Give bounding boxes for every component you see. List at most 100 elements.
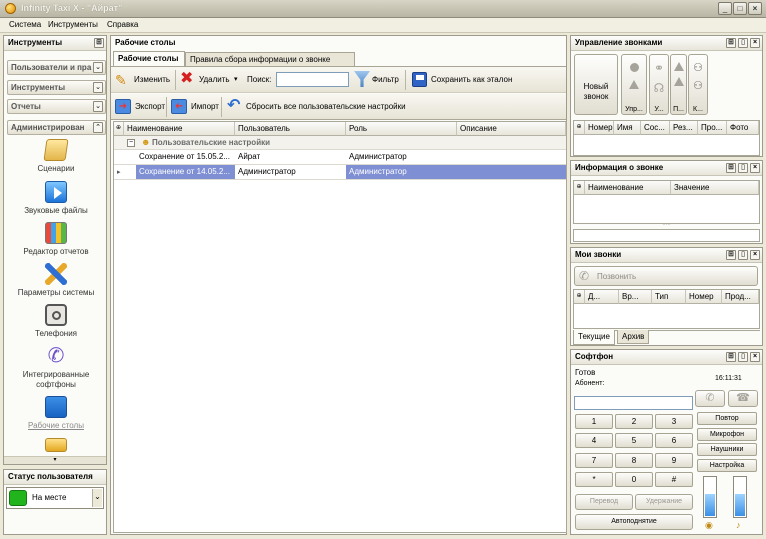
u-button[interactable]: ⚭ ☊ У... <box>649 54 669 115</box>
nav-system-params[interactable]: Параметры системы <box>1 263 111 297</box>
nav-desktops[interactable]: Рабочие столы <box>1 396 111 430</box>
col-name[interactable]: Наименование <box>585 181 671 195</box>
answer-button[interactable]: ✆ <box>695 390 725 407</box>
col-duration[interactable]: Прод... <box>722 290 759 304</box>
key-7[interactable]: 7 <box>575 453 613 468</box>
k-button[interactable]: ⚇ ⚇ К... <box>688 54 708 115</box>
group-reports[interactable]: Отчеты ⌄ <box>7 99 106 114</box>
col-name[interactable]: Имя <box>614 121 641 135</box>
nav-telephony[interactable]: Телефония <box>1 304 111 338</box>
menu-tools[interactable]: Инструменты <box>48 20 98 29</box>
grid-corner-icon[interactable]: ⊕ <box>574 181 585 195</box>
table-row-selected[interactable]: ▸ Сохранение от 14.05.2... Администратор… <box>114 165 566 180</box>
minimize-button[interactable]: _ <box>718 2 732 15</box>
key-6[interactable]: 6 <box>655 433 693 448</box>
group-tools[interactable]: Инструменты ⌄ <box>7 80 106 95</box>
float-icon[interactable]: ▯ <box>738 250 748 260</box>
col-role[interactable]: Роль <box>346 122 457 136</box>
float-icon[interactable]: ▯ <box>738 352 748 362</box>
scroll-down-icon[interactable]: ▾ <box>4 456 106 464</box>
headphones-button[interactable]: Наушники <box>697 443 757 456</box>
number-input[interactable] <box>574 396 693 410</box>
maximize-button[interactable]: □ <box>733 2 747 15</box>
close-button[interactable]: × <box>748 2 762 15</box>
key-3[interactable]: 3 <box>655 414 693 429</box>
nav-scenarios[interactable]: Сценарии <box>1 139 111 173</box>
delete-dropdown-arrow-icon[interactable]: ▾ <box>234 72 238 87</box>
tab-call-info-rules[interactable]: Правила сбора информации о звонке <box>185 52 355 67</box>
col-number[interactable]: Номер <box>585 121 614 135</box>
save-as-template-button[interactable]: Сохранить как эталон <box>431 72 512 87</box>
key-0[interactable]: 0 <box>615 472 653 487</box>
chevron-down-icon[interactable]: ⌄ <box>93 62 103 73</box>
chevron-down-icon[interactable]: ⌄ <box>93 82 103 93</box>
hangup-button[interactable]: ☎ <box>728 390 758 407</box>
col-value[interactable]: Значение <box>671 181 759 195</box>
key-hash[interactable]: # <box>655 472 693 487</box>
autoanswer-button[interactable]: Автоподнятие <box>575 514 693 530</box>
group-row[interactable]: − ☻ Пользовательские настройки <box>114 136 566 150</box>
pin-icon[interactable]: ⊞ <box>726 352 736 362</box>
grid-corner-icon[interactable]: ⊕ <box>574 290 585 304</box>
table-row[interactable]: Сохранение от 15.05.2... Айрат Администр… <box>114 150 566 165</box>
reset-settings-button[interactable]: Сбросить все пользовательские настройки <box>246 99 406 114</box>
new-call-button[interactable]: Новый звонок <box>574 54 618 115</box>
tab-current[interactable]: Текущие <box>573 330 615 345</box>
import-button[interactable]: Импорт <box>191 99 219 114</box>
nav-sound-files[interactable]: Звуковые файлы <box>1 181 111 215</box>
float-icon[interactable]: ▯ <box>738 163 748 173</box>
grid-corner-icon[interactable]: ⊕ <box>114 122 124 136</box>
group-users[interactable]: Пользователи и пра ⌄ <box>7 60 106 75</box>
col-date[interactable]: Д... <box>585 290 619 304</box>
edit-button[interactable]: Изменить <box>134 72 170 87</box>
nav-softphones[interactable]: ✆ Интегрированные софтфоны <box>1 345 111 390</box>
menu-help[interactable]: Справка <box>107 20 138 29</box>
pin-icon[interactable]: ⊞ <box>726 250 736 260</box>
key-8[interactable]: 8 <box>615 453 653 468</box>
pin-icon[interactable]: ⊞ <box>94 38 104 48</box>
group-admin[interactable]: Администрирован ⌃ <box>7 120 106 135</box>
key-1[interactable]: 1 <box>575 414 613 429</box>
grid-corner-icon[interactable]: ⊕ <box>574 121 585 135</box>
close-icon[interactable]: × <box>750 352 760 362</box>
pin-icon[interactable]: ⊞ <box>726 38 736 48</box>
mic-volume-meter[interactable] <box>733 476 747 518</box>
nav-more[interactable] <box>1 438 111 455</box>
tab-desktops[interactable]: Рабочие столы <box>113 51 185 67</box>
collapse-icon[interactable]: − <box>127 139 135 147</box>
key-star[interactable]: * <box>575 472 613 487</box>
col-type[interactable]: Тип <box>652 290 686 304</box>
microphone-button[interactable]: Микрофон <box>697 428 757 441</box>
key-4[interactable]: 4 <box>575 433 613 448</box>
col-description[interactable]: Описание <box>457 122 566 136</box>
float-icon[interactable]: ▯ <box>738 38 748 48</box>
key-5[interactable]: 5 <box>615 433 653 448</box>
redial-button[interactable]: Повтор <box>697 412 757 425</box>
pin-icon[interactable]: ⊞ <box>726 163 736 173</box>
key-9[interactable]: 9 <box>655 453 693 468</box>
p-button[interactable]: П... <box>670 54 687 115</box>
transfer-button[interactable]: Перевод <box>575 494 633 510</box>
menu-system[interactable]: Система <box>9 20 41 29</box>
col-number[interactable]: Номер <box>686 290 722 304</box>
close-icon[interactable]: × <box>750 250 760 260</box>
splitter-handle[interactable]: ····· <box>573 223 760 228</box>
col-time[interactable]: Вр... <box>619 290 652 304</box>
manage-button[interactable]: Упр... <box>621 54 647 115</box>
hold-button[interactable]: Удержание <box>635 494 693 510</box>
tab-archive[interactable]: Архив <box>617 330 650 344</box>
call-button[interactable]: ✆ Позвонить <box>574 266 758 286</box>
col-duration[interactable]: Про... <box>698 121 727 135</box>
close-icon[interactable]: × <box>750 163 760 173</box>
filter-button[interactable]: Фильтр <box>372 72 399 87</box>
chevron-down-icon[interactable]: ⌄ <box>93 101 103 112</box>
search-input[interactable] <box>276 72 349 87</box>
delete-button[interactable]: Удалить <box>199 72 230 87</box>
col-user[interactable]: Пользователь <box>235 122 346 136</box>
settings-button[interactable]: Настройка <box>697 459 757 472</box>
speaker-volume-meter[interactable] <box>703 476 717 518</box>
col-state[interactable]: Сос... <box>641 121 670 135</box>
export-button[interactable]: Экспорт <box>135 99 165 114</box>
col-photo[interactable]: Фото <box>727 121 759 135</box>
nav-report-editor[interactable]: Редактор отчетов <box>1 222 111 256</box>
